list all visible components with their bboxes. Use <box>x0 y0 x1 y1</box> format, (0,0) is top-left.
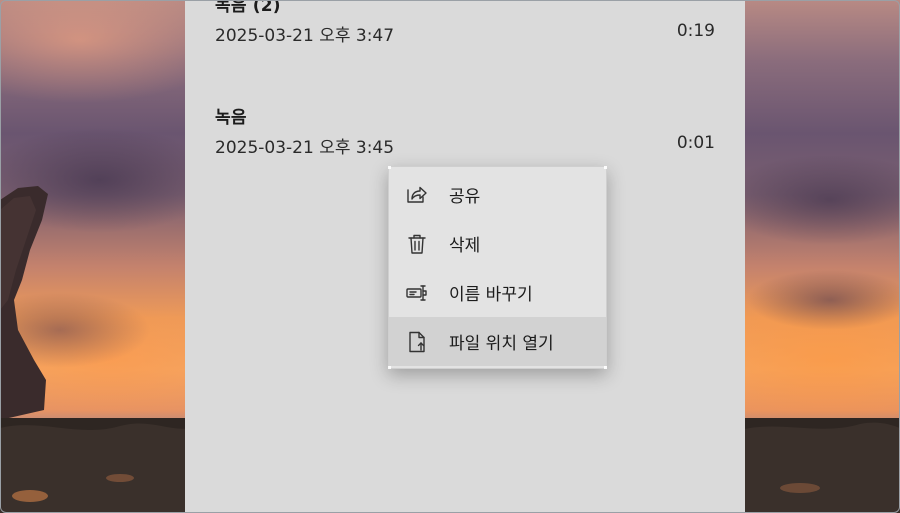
recording-title: 녹음 (2) <box>215 0 281 16</box>
recording-date: 2025-03-21 오후 3:45 <box>215 138 395 158</box>
menu-item-label: 공유 <box>449 187 481 207</box>
menu-item-open-file-location[interactable]: 파일 위치 열기 <box>389 317 606 366</box>
menu-item-share[interactable]: 공유 <box>389 170 606 219</box>
recording-duration: 0:01 <box>676 133 715 153</box>
trash-icon <box>403 230 431 258</box>
recording-item[interactable]: 녹음 (2) 2025-03-21 오후 3:47 0:19 <box>215 0 715 46</box>
menu-item-label: 이름 바꾸기 <box>449 285 533 305</box>
menu-item-label: 파일 위치 열기 <box>449 334 554 354</box>
recording-item[interactable]: 녹음 2025-03-21 오후 3:45 0:01 <box>215 103 715 158</box>
recording-date: 2025-03-21 오후 3:47 <box>215 26 395 46</box>
wallpaper-rock <box>0 186 48 420</box>
menu-item-label: 삭제 <box>449 236 481 256</box>
menu-item-rename[interactable]: 이름 바꾸기 <box>389 268 606 317</box>
recording-duration: 0:19 <box>676 21 715 41</box>
share-icon <box>403 181 431 209</box>
open-file-location-icon <box>403 328 431 356</box>
rename-icon <box>403 279 431 307</box>
recording-title: 녹음 <box>215 108 247 128</box>
context-menu: 공유 삭제 이름 바꾸기 파일 위치 열기 <box>388 166 607 369</box>
menu-item-delete[interactable]: 삭제 <box>389 219 606 268</box>
